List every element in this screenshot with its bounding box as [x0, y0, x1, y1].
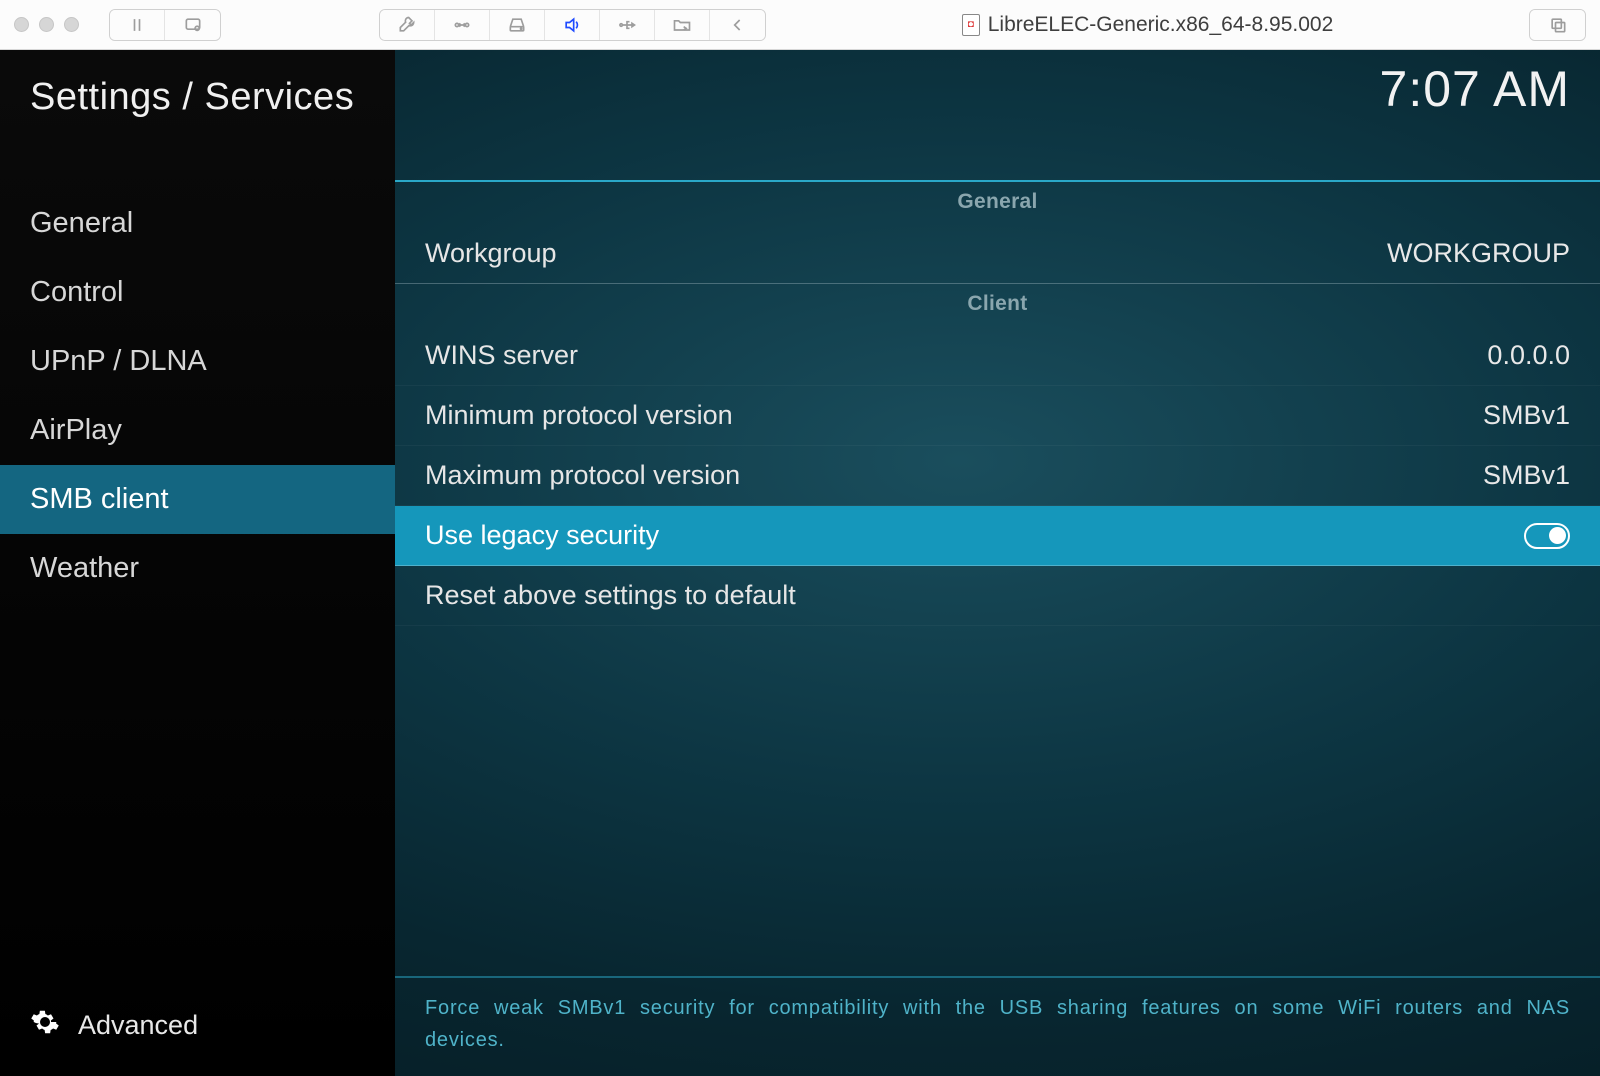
setting-workgroup[interactable]: Workgroup WORKGROUP [395, 224, 1600, 284]
setting-label: Use legacy security [425, 520, 659, 551]
setting-label: Workgroup [425, 238, 557, 269]
setting-label: Maximum protocol version [425, 460, 740, 491]
kodi-screen: Settings / Services General Control UPnP… [0, 50, 1600, 1076]
setting-wins-server[interactable]: WINS server 0.0.0.0 [395, 326, 1600, 386]
section-header-client: Client [395, 284, 1600, 326]
gear-icon [30, 1007, 60, 1044]
toolbar-group-playback [109, 9, 221, 41]
power-icon[interactable] [165, 10, 220, 40]
audio-icon[interactable] [545, 10, 600, 40]
breadcrumb: Settings / Services [0, 50, 395, 159]
setting-reset-defaults[interactable]: Reset above settings to default [395, 566, 1600, 626]
sidebar-item-control[interactable]: Control [0, 258, 395, 327]
setting-value: WORKGROUP [1387, 238, 1570, 269]
section-header-general: General [395, 182, 1600, 224]
setting-min-protocol[interactable]: Minimum protocol version SMBv1 [395, 386, 1600, 446]
toggle-on-icon[interactable] [1524, 523, 1570, 549]
clock: 7:07 AM [1380, 60, 1570, 118]
settings-wrench-icon[interactable] [380, 10, 435, 40]
settings-level-label: Advanced [78, 1010, 198, 1041]
sidebar-item-weather[interactable]: Weather [0, 534, 395, 603]
settings-level-button[interactable]: Advanced [30, 1007, 198, 1044]
setting-value: 0.0.0.0 [1487, 340, 1570, 371]
minimize-window-button[interactable] [39, 17, 54, 32]
setting-value: SMBv1 [1483, 460, 1570, 491]
setting-label: WINS server [425, 340, 578, 371]
usb-icon[interactable] [600, 10, 655, 40]
sidebar-item-upnp-dlna[interactable]: UPnP / DLNA [0, 327, 395, 396]
settings-content: General Workgroup WORKGROUP Client WINS … [395, 180, 1600, 1076]
settings-main: 7:07 AM General Workgroup WORKGROUP Clie… [395, 50, 1600, 1076]
back-chevron-icon[interactable] [710, 10, 765, 40]
window-title-text: LibreELEC-Generic.x86_64-8.95.002 [988, 13, 1334, 37]
setting-max-protocol[interactable]: Maximum protocol version SMBv1 [395, 446, 1600, 506]
settings-sidebar: Settings / Services General Control UPnP… [0, 50, 395, 1076]
setting-value: SMBv1 [1483, 400, 1570, 431]
window-traffic-lights [14, 17, 79, 32]
setting-label: Reset above settings to default [425, 580, 796, 611]
sidebar-items: General Control UPnP / DLNA AirPlay SMB … [0, 159, 395, 603]
disk-icon[interactable] [490, 10, 545, 40]
sidebar-item-smb-client[interactable]: SMB client [0, 465, 395, 534]
window-title: ◘ LibreELEC-Generic.x86_64-8.95.002 [776, 13, 1519, 37]
vm-file-icon: ◘ [962, 14, 980, 36]
sidebar-item-airplay[interactable]: AirPlay [0, 396, 395, 465]
pause-icon[interactable] [110, 10, 165, 40]
shared-folder-icon[interactable] [655, 10, 710, 40]
fullscreen-icon[interactable] [1530, 10, 1585, 40]
setting-use-legacy-security[interactable]: Use legacy security [395, 506, 1600, 566]
sidebar-item-general[interactable]: General [0, 189, 395, 258]
toolbar-group-view [1529, 9, 1586, 41]
network-icon[interactable] [435, 10, 490, 40]
macos-titlebar: ◘ LibreELEC-Generic.x86_64-8.95.002 [0, 0, 1600, 50]
close-window-button[interactable] [14, 17, 29, 32]
toolbar-group-devices [379, 9, 766, 41]
setting-description: Force weak SMBv1 security for compatibil… [395, 976, 1600, 1076]
setting-label: Minimum protocol version [425, 400, 733, 431]
zoom-window-button[interactable] [64, 17, 79, 32]
